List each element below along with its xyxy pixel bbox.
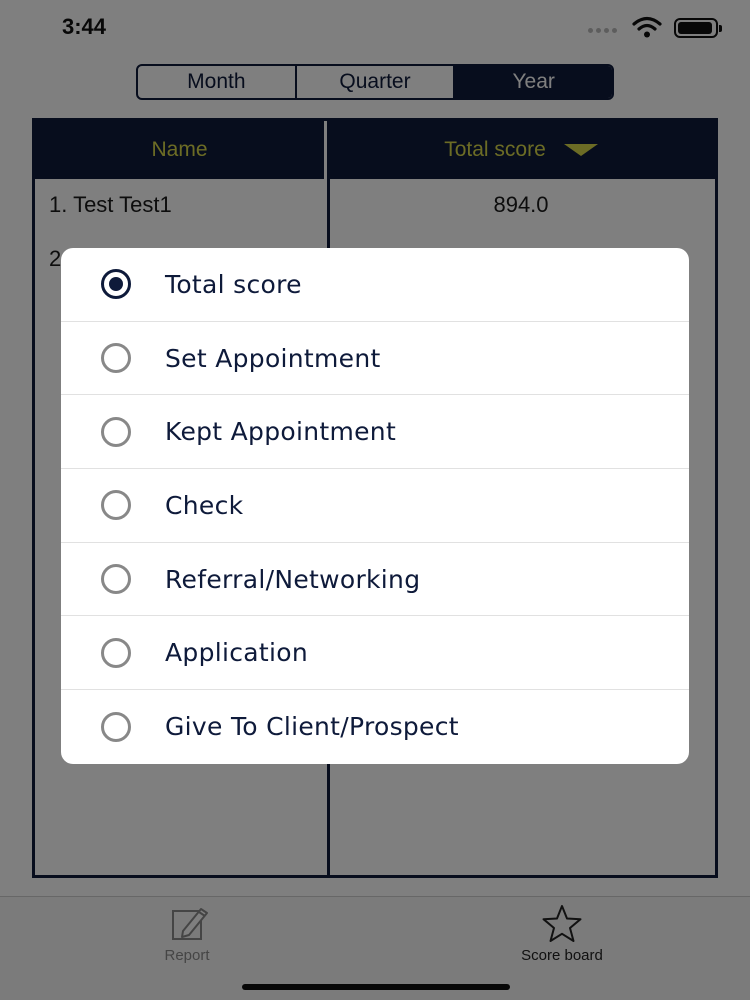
option-total-score[interactable]: Total score bbox=[61, 248, 689, 322]
option-label: Check bbox=[165, 490, 244, 520]
option-referral-networking[interactable]: Referral/Networking bbox=[61, 543, 689, 617]
option-label: Give To Client/Prospect bbox=[165, 712, 459, 742]
radio-selected-icon[interactable] bbox=[101, 269, 131, 300]
option-application[interactable]: Application bbox=[61, 616, 689, 691]
radio-icon[interactable] bbox=[101, 416, 131, 447]
sort-options-popup: Total score Set Appointment Kept Appoint… bbox=[61, 248, 689, 764]
option-label: Application bbox=[165, 638, 308, 668]
radio-icon[interactable] bbox=[101, 490, 131, 521]
option-label: Referral/Networking bbox=[165, 564, 421, 594]
option-kept-appointment[interactable]: Kept Appointment bbox=[61, 395, 689, 470]
radio-icon[interactable] bbox=[101, 711, 131, 742]
option-give-to-client-prospect[interactable]: Give To Client/Prospect bbox=[61, 690, 689, 764]
option-set-appointment[interactable]: Set Appointment bbox=[61, 322, 689, 396]
option-label: Total score bbox=[165, 269, 302, 299]
radio-icon[interactable] bbox=[101, 564, 131, 595]
radio-icon[interactable] bbox=[101, 343, 131, 374]
option-label: Kept Appointment bbox=[165, 417, 397, 447]
option-check[interactable]: Check bbox=[61, 469, 689, 543]
option-label: Set Appointment bbox=[165, 343, 381, 373]
radio-icon[interactable] bbox=[101, 637, 131, 668]
